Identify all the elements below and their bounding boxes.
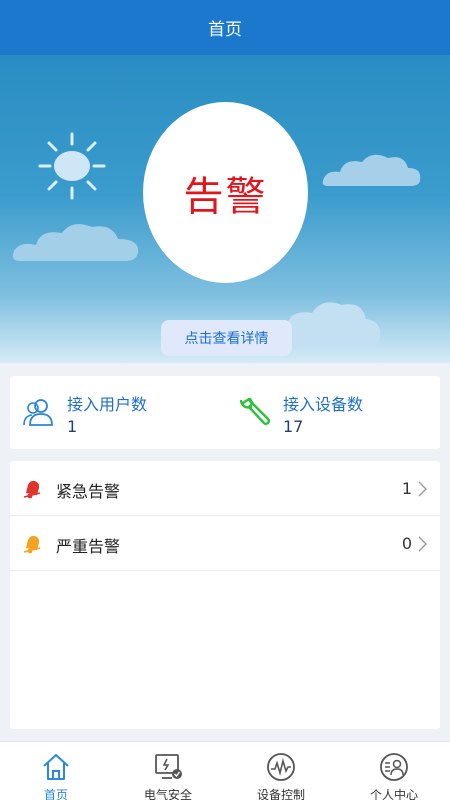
weather-banner: 告警 点击查看详情	[0, 55, 450, 363]
alert-count: 0	[401, 534, 412, 553]
stat-label: 接入设备数	[283, 395, 364, 414]
cloud-decoration	[12, 224, 139, 261]
nav-label: 设备控制	[256, 788, 305, 800]
alert-row-emergency[interactable]: 紧急告警 1	[10, 461, 440, 516]
alert-row-severe[interactable]: 严重告警 0	[10, 516, 440, 571]
stat-devices[interactable]: 接入设备数 17	[238, 376, 438, 449]
stat-value: 1	[67, 417, 78, 436]
view-details-button[interactable]: 点击查看详情	[161, 320, 292, 356]
alert-label: 紧急告警	[56, 482, 121, 501]
alerts-list: 紧急告警 1 严重告警 0	[10, 461, 440, 729]
app-screen: 首页 告警 点击查看详情 接入用户数 1 接入设备数 17 紧急告警 1 严重告…	[0, 0, 450, 800]
wrench-icon	[239, 397, 270, 425]
cloud-decoration	[322, 154, 421, 186]
alert-count: 1	[401, 479, 412, 498]
nav-home[interactable]: 首页	[0, 742, 112, 800]
nav-device-control[interactable]: 设备控制	[225, 742, 337, 800]
electrical-safety-icon	[155, 754, 182, 779]
page-title: 首页	[208, 20, 242, 40]
top-bar: 首页	[0, 0, 450, 55]
status-text: 告警	[183, 173, 268, 220]
chevron-right-icon	[418, 481, 427, 497]
stat-label: 接入用户数	[67, 395, 148, 414]
stat-value: 17	[283, 417, 304, 436]
users-icon	[23, 399, 53, 426]
nav-label: 个人中心	[369, 788, 418, 800]
device-control-icon	[267, 753, 295, 781]
nav-label: 电气安全	[143, 788, 192, 800]
nav-profile[interactable]: 个人中心	[338, 742, 450, 800]
home-icon	[43, 754, 69, 780]
sun-icon	[38, 132, 106, 200]
stats-card: 接入用户数 1 接入设备数 17	[10, 376, 440, 449]
alert-label: 严重告警	[56, 537, 121, 556]
profile-icon	[380, 753, 408, 781]
bell-red-icon	[23, 480, 41, 499]
bottom-nav: 首页 电气安全 设备控制 个人中心	[0, 741, 450, 800]
status-indicator: 告警	[143, 102, 308, 283]
chevron-right-icon	[418, 536, 427, 552]
bell-orange-icon	[23, 535, 41, 554]
nav-electrical-safety[interactable]: 电气安全	[112, 742, 224, 800]
stat-users[interactable]: 接入用户数 1	[22, 376, 222, 449]
nav-label: 首页	[43, 788, 68, 800]
